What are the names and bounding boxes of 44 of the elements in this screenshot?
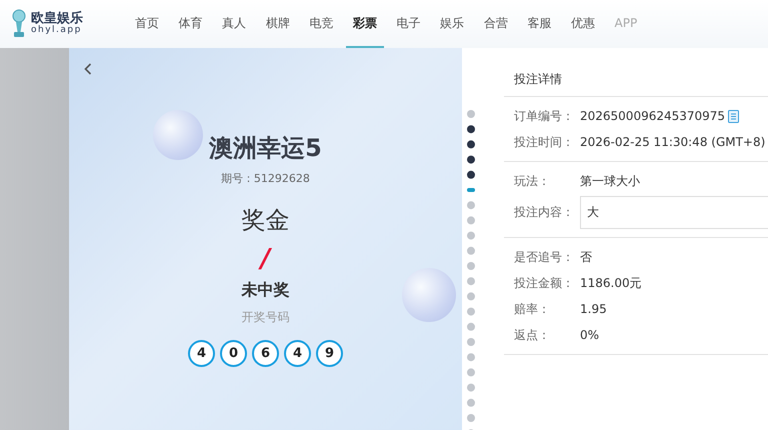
- field-label: 订单编号：: [514, 108, 575, 124]
- field-label: 投注金额：: [514, 274, 575, 292]
- number-ball: 6: [252, 340, 279, 367]
- nav-link[interactable]: 首页: [128, 0, 166, 48]
- field-value: 2026-02-25 11:30:48 (GMT+8): [580, 135, 766, 149]
- period-number: 期号 : 51292628: [221, 171, 310, 186]
- field-value: 0%: [580, 328, 600, 342]
- nav-link[interactable]: 合营: [476, 0, 515, 48]
- nav-link[interactable]: 优惠: [564, 0, 602, 48]
- field-label: 是否追号：: [514, 248, 575, 266]
- brand-name: 欧皇娱乐: [31, 12, 83, 26]
- prize-value: /: [260, 244, 270, 274]
- nav-link[interactable]: 电竞: [302, 0, 340, 48]
- field-value: 1.95: [580, 302, 607, 316]
- lottery-title: 澳洲幸运5: [209, 133, 322, 164]
- brand-domain: ohyl.app: [31, 26, 83, 36]
- field-value: 2026500096245370975: [580, 109, 726, 123]
- nav-link[interactable]: 客服: [520, 0, 558, 48]
- field-value: 第一球大小: [580, 172, 640, 190]
- nav-link[interactable]: 电子: [390, 0, 428, 48]
- bubble-decoration: [153, 110, 203, 160]
- nav-link[interactable]: 真人: [215, 0, 254, 48]
- field-label: 玩法：: [514, 172, 551, 190]
- nav-link[interactable]: 娱乐: [433, 0, 472, 48]
- nav-link[interactable]: 棋牌: [258, 0, 297, 48]
- field-label: 赔率：: [514, 300, 551, 318]
- number-ball: 0: [220, 340, 247, 367]
- copy-icon[interactable]: [728, 110, 740, 122]
- number-ball: 9: [316, 340, 343, 367]
- field-label: 返点：: [514, 326, 551, 344]
- field-label: 投注时间：: [514, 134, 575, 150]
- field-value: 否: [580, 248, 592, 266]
- field-label: 投注内容：: [514, 204, 575, 221]
- trophy-logo-icon: [11, 9, 27, 39]
- draw-numbers-label: 开奖号码: [242, 309, 290, 326]
- number-ball: 4: [284, 340, 311, 367]
- nav-link[interactable]: 体育: [172, 0, 210, 48]
- field-value: 1186.00元: [580, 274, 642, 292]
- bet-content-box: 大: [580, 196, 768, 229]
- back-chevron-icon[interactable]: [84, 63, 92, 75]
- number-ball: 4: [188, 340, 215, 367]
- prize-label: 奖金: [242, 205, 290, 236]
- panel-title: 投注详情: [504, 68, 768, 97]
- result-status: 未中奖: [242, 280, 290, 301]
